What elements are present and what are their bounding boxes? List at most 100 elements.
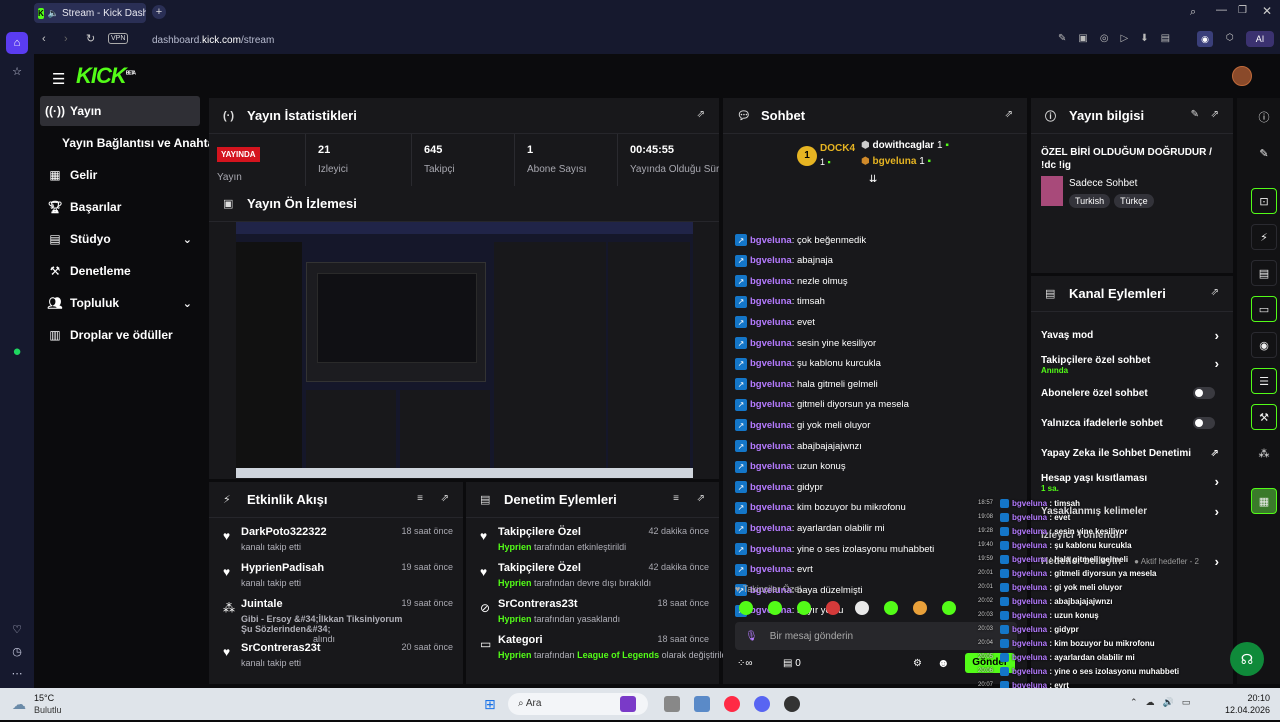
popout-icon[interactable]: ⇗ [1211,109,1219,120]
emote-picker-icon[interactable]: ☻ [937,656,950,670]
game-icon[interactable] [620,696,636,712]
chat-username[interactable]: bgveluna [750,564,792,575]
close-window-button[interactable]: ✕ [1262,4,1272,18]
tray-icons[interactable]: ⌃☁🔊▭ [1130,697,1198,708]
capture-icon[interactable]: ⊡ [1251,188,1277,214]
reload-icon[interactable]: ↻ [86,32,95,45]
chat-username[interactable]: bgveluna [750,235,792,246]
emotes-only-row[interactable]: Yalnızca ifadelerle sohbet [1041,412,1219,434]
stream-preview-video[interactable] [236,222,693,478]
chat-username[interactable]: bgveluna [750,399,792,410]
back-icon[interactable]: ‹ [42,33,46,45]
history-icon[interactable]: ◷ [6,640,28,662]
edit-icon[interactable]: ✎ [1191,109,1199,120]
discord-icon[interactable] [754,696,770,712]
filter-icon[interactable]: ≡ [417,493,423,504]
chat-username[interactable]: bgveluna [750,441,792,452]
chat-username[interactable]: bgveluna [750,379,792,390]
chat-username[interactable]: bgveluna [750,317,792,328]
maximize-button[interactable]: ❐ [1238,5,1247,16]
chat-username[interactable]: bgveluna [750,482,792,493]
lightning-icon[interactable]: ⚡︎ [1251,224,1277,250]
sidebar-item-stream-key[interactable]: Yayın Bağlantısı ve Anahtarı [40,128,210,158]
document-icon[interactable]: ▤ [1251,260,1277,286]
menu-icon[interactable]: ☰ [52,70,65,88]
chat-username[interactable]: bgveluna [750,420,792,431]
popout-icon[interactable]: ⇗ [1005,109,1013,120]
info-icon[interactable]: ⓘ [1251,104,1277,130]
popout-icon[interactable]: ⇗ [441,493,449,504]
chat-icon[interactable]: ▭ [1251,296,1277,322]
chat-username[interactable]: bgveluna [750,276,792,287]
broadcast-icon[interactable]: ◉ [1251,332,1277,358]
star-icon[interactable]: ☆ [6,60,28,82]
stream-info-panel: ⓘ Yayın bilgisi ✎ ⇗ ÖZEL BİRİ OLDUĞUM DOĞ… [1031,98,1233,273]
more-icon[interactable]: ⋯ [6,662,28,684]
followers-only-row[interactable]: Takipçilere özel sohbet Anında › [1041,350,1219,380]
actions-icon[interactable]: ☰ [1251,368,1277,394]
chat-username[interactable]: bgveluna [750,338,792,349]
sidebar-item-studyo[interactable]: ▤ Stüdyo ⌄ [40,224,200,254]
support-icon[interactable]: ☊ [1230,642,1264,676]
sidebar-item-droplar[interactable]: ▥ Droplar ve ödüller [40,320,200,350]
home-icon[interactable]: ⌂ [6,32,28,54]
slow-mode-row[interactable]: Yavaş mod › [1041,324,1219,346]
spotify-icon[interactable]: ● [6,340,28,362]
chat-username[interactable]: bgveluna [750,255,792,266]
start-icon[interactable]: ⊞ [484,696,496,713]
obs-icon[interactable] [784,696,800,712]
ai-button[interactable]: AI [1246,31,1274,47]
chat-username[interactable]: bgveluna [750,296,792,307]
new-tab-button[interactable]: + [152,5,166,19]
edit-icon[interactable]: ✎ [1251,140,1277,166]
chat-username[interactable]: bgveluna [750,544,792,555]
chat-text: : sesin yine kesiliyor [791,337,877,349]
toggle-switch[interactable] [1193,387,1215,399]
settings-icon[interactable]: ⚙ [913,658,922,669]
vpn-badge[interactable]: VPN [108,33,129,44]
points-display[interactable]: ▤ 0 [783,658,801,669]
search-tabs-icon[interactable]: ⌕ [1190,6,1196,19]
chat-input[interactable]: 🎙︎ Bir mesaj gönderin [735,622,1017,650]
explorer-icon[interactable] [664,696,680,712]
collapse-icon[interactable]: ⇊ [869,174,877,185]
app-icon[interactable] [694,696,710,712]
url-field[interactable]: dashboard.kick.com/stream [152,35,274,46]
mic-icon[interactable]: 🎙︎ [745,631,758,642]
chat-username[interactable]: bgveluna [750,461,792,472]
chat-username[interactable]: bgveluna [750,523,792,534]
filter-icon[interactable]: ≡ [673,493,679,504]
popout-icon[interactable]: ⇗ [697,493,705,504]
points-icon[interactable]: ⁘∞ [737,658,753,669]
toolbar-icons[interactable]: ✎▣◎▷⬇▤ [1058,33,1182,44]
tab-stream[interactable]: K 🔈 Stream - Kick Dashboard [34,3,146,23]
toggle-switch[interactable] [1193,417,1215,429]
popout-icon[interactable]: ⇗ [1211,287,1219,298]
sidebar-item-denetleme[interactable]: ⚒ Denetleme [40,256,200,286]
kick-logo[interactable]: KICKBETA [76,63,136,89]
opera-taskbar-icon[interactable] [724,696,740,712]
chat-text: : evrt [791,564,813,576]
forward-icon[interactable]: › [64,33,68,45]
profile-icon[interactable]: ◉ [1197,31,1213,47]
ai-moderation-row[interactable]: Yapay Zeka ile Sohbet Denetimi ⇗ [1041,442,1219,464]
account-age-row[interactable]: Hesap yaşı kısıtlaması 1 sa. › [1041,468,1219,498]
sidebar-item-basarilar[interactable]: 🏆︎ Başarılar [40,192,200,222]
subscribers-only-row[interactable]: Abonelere özel sohbet [1041,382,1219,404]
redeem-icon[interactable]: ⁂ [1251,440,1277,466]
minimize-button[interactable]: — [1216,4,1227,16]
add-widget-icon[interactable]: ▦ [1251,488,1277,514]
wrench-icon[interactable]: ⚒ [1251,404,1277,430]
chat-username[interactable]: bgveluna [750,502,792,513]
emote-row[interactable] [739,601,971,615]
chat-username[interactable]: bgveluna [750,358,792,369]
user-avatar[interactable] [1232,66,1252,86]
heart-icon[interactable]: ♡ [6,618,28,640]
extensions-icon[interactable]: ⬡ [1226,32,1234,43]
popout-icon[interactable]: ⇗ [697,109,705,120]
sidebar-item-yayin[interactable]: ((·)) Yayın [40,96,200,126]
tag[interactable]: Türkçe [1114,194,1154,208]
tag[interactable]: Turkish [1069,194,1111,208]
sidebar-item-gelir[interactable]: ▦ Gelir [40,160,200,190]
sidebar-item-topluluk[interactable]: 👥︎ Topluluk ⌄ [40,288,200,318]
